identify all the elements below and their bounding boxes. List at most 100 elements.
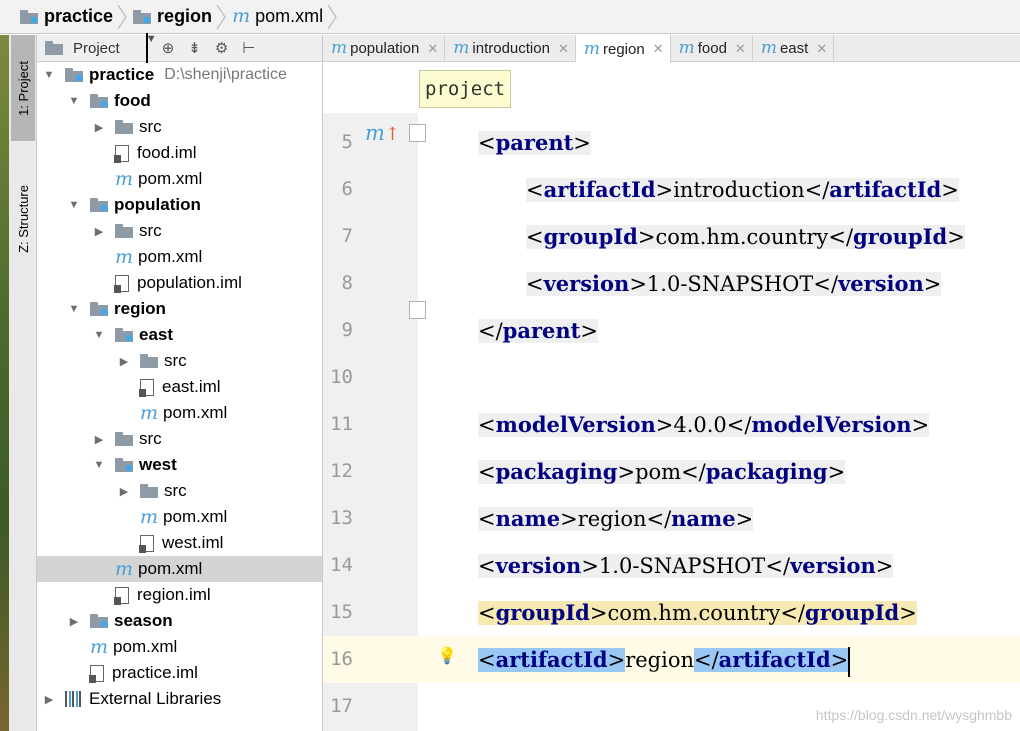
opening-tag: <artifactId> — [526, 177, 674, 202]
tree-row[interactable]: food.iml — [37, 140, 322, 166]
tree-row[interactable]: m pom.xml — [37, 634, 322, 660]
chevron-down-icon[interactable]: ▼ — [68, 95, 80, 107]
tree-row[interactable]: region.iml — [37, 582, 322, 608]
code-editor[interactable]: project 5 m↑ <parent> 6 <artifactId>introduc… — [323, 63, 1020, 731]
tool-tab-structure[interactable]: Z: Structure — [11, 149, 35, 289]
tree-item-label: region.iml — [137, 585, 211, 604]
chevron-right-icon[interactable]: ▶ — [93, 225, 105, 238]
editor-tab-introduction[interactable]: m introduction ✕ — [445, 35, 576, 62]
tag-value: 1.0-SNAPSHOT — [598, 554, 766, 578]
intention-bulb-icon[interactable]: 💡 — [437, 646, 457, 666]
text-caret — [848, 646, 851, 677]
bracket: > — [581, 554, 599, 578]
breadcrumb-item-pom[interactable]: m pom.xml — [232, 0, 343, 34]
fold-marker-icon[interactable] — [409, 124, 426, 142]
tree-row[interactable]: population.iml — [37, 270, 322, 296]
tree-row[interactable]: m pom.xml — [37, 400, 322, 426]
tree-item-label: pom.xml — [138, 247, 203, 266]
breadcrumb-item-region[interactable]: region — [133, 0, 232, 34]
code-line: 7 <groupId>com.hm.country</groupId> — [323, 213, 1020, 260]
editor-tab-region[interactable]: m region ✕ — [575, 35, 671, 63]
fold-marker-icon[interactable] — [409, 301, 426, 319]
code-text: <name>region</name> — [478, 495, 754, 542]
editor-tab-food[interactable]: m food ✕ — [671, 35, 753, 62]
editor-tab-east[interactable]: m east ✕ — [753, 35, 835, 62]
chevron-right-icon — [117, 0, 127, 34]
iml-file-icon — [114, 586, 129, 605]
editor-tab-population[interactable]: m population ✕ — [323, 35, 446, 62]
bracket: > — [617, 460, 636, 484]
bracket: </ — [804, 178, 830, 202]
close-tab-icon[interactable]: ✕ — [558, 41, 569, 57]
tree-row[interactable]: ▶ src — [37, 348, 322, 374]
code-line: 💡 16 <artifactId>region</artifactId> — [323, 636, 1020, 683]
tab-label: food — [697, 40, 727, 57]
closing-tag: </artifactId> — [694, 647, 849, 672]
chevron-right-icon[interactable]: ▶ — [93, 433, 105, 446]
tab-label: introduction — [472, 40, 550, 57]
bracket: < — [478, 554, 496, 578]
tree-row[interactable]: east.iml — [37, 374, 322, 400]
close-tab-icon[interactable]: ✕ — [816, 41, 827, 57]
chevron-right-icon[interactable]: ▶ — [118, 485, 130, 498]
maven-icon: m — [678, 38, 695, 58]
tree-item: season — [90, 611, 173, 631]
bracket: > — [875, 554, 894, 578]
tag-name: artifactId — [543, 177, 656, 202]
locate-icon[interactable]: ⊕ — [162, 39, 175, 57]
tree-row[interactable]: ▼ practice D:\shenji\practice — [37, 62, 322, 88]
tree-row[interactable]: ▶ src — [37, 426, 322, 452]
tree-row[interactable]: m pom.xml — [37, 166, 322, 192]
closing-tag: </version> — [765, 553, 894, 578]
tree-row[interactable]: ▶ src — [37, 218, 322, 244]
tool-tab-project[interactable]: 1: Project — [11, 35, 35, 141]
tree-row[interactable]: ▼ east — [37, 322, 322, 348]
tree-row[interactable]: ▼ region — [37, 296, 322, 322]
tree-row[interactable]: ▶ src — [37, 478, 322, 504]
tag-value: 1.0-SNAPSHOT — [646, 272, 814, 296]
project-view-selector[interactable]: Project — [73, 40, 120, 57]
chevron-down-icon[interactable]: ▼ — [68, 303, 80, 315]
tag-name: groupId — [543, 224, 638, 249]
code-line: 5 m↑ <parent> — [323, 119, 1020, 166]
dropdown-caret-icon[interactable]: ▼ — [145, 33, 157, 63]
folder-icon — [140, 484, 158, 498]
chevron-down-icon[interactable]: ▼ — [93, 329, 105, 341]
opening-tag: <version> — [526, 271, 647, 296]
bracket: < — [526, 225, 544, 249]
collapse-all-icon[interactable]: ⇟ — [188, 39, 201, 57]
hide-panel-icon[interactable]: ⊢ — [242, 39, 255, 57]
tree-row[interactable]: ▶ season — [37, 608, 322, 634]
tree-row[interactable]: west.iml — [37, 530, 322, 556]
tree-item: west.iml — [139, 533, 223, 553]
chevron-down-icon[interactable]: ▼ — [93, 459, 105, 471]
tree-row[interactable]: ▼ population — [37, 192, 322, 218]
tree-row[interactable]: m pom.xml — [37, 556, 322, 582]
bracket: </ — [681, 460, 706, 484]
maven-parent-icon[interactable]: m↑ — [365, 121, 400, 145]
close-tab-icon[interactable]: ✕ — [427, 41, 438, 57]
line-number: 5 — [341, 131, 353, 153]
tree-row[interactable]: practice.iml — [37, 660, 322, 686]
chevron-right-icon[interactable]: ▶ — [43, 693, 55, 706]
close-tab-icon[interactable]: ✕ — [735, 41, 746, 57]
tag-name: artifactId — [829, 177, 942, 202]
breadcrumb-item-practice[interactable]: practice — [20, 0, 133, 34]
tree-row[interactable]: ▼ west — [37, 452, 322, 478]
tree-row[interactable]: m pom.xml — [37, 504, 322, 530]
tree-row[interactable]: ▶ src — [37, 114, 322, 140]
tree-row[interactable]: m pom.xml — [37, 244, 322, 270]
bracket: > — [637, 225, 656, 249]
line-number: 12 — [330, 460, 353, 482]
tree-row[interactable]: ▶ External Libraries — [37, 686, 322, 712]
close-tab-icon[interactable]: ✕ — [653, 41, 664, 57]
code-text: <parent> — [478, 119, 591, 166]
chevron-right-icon[interactable]: ▶ — [93, 121, 105, 134]
chevron-down-icon[interactable]: ▼ — [68, 199, 80, 211]
settings-gear-icon[interactable]: ⚙ — [215, 39, 228, 57]
tree-item: west — [115, 455, 177, 475]
tree-row[interactable]: ▼ food — [37, 88, 322, 114]
chevron-right-icon[interactable]: ▶ — [118, 355, 130, 368]
chevron-down-icon[interactable]: ▼ — [43, 69, 55, 81]
chevron-right-icon[interactable]: ▶ — [68, 615, 80, 628]
